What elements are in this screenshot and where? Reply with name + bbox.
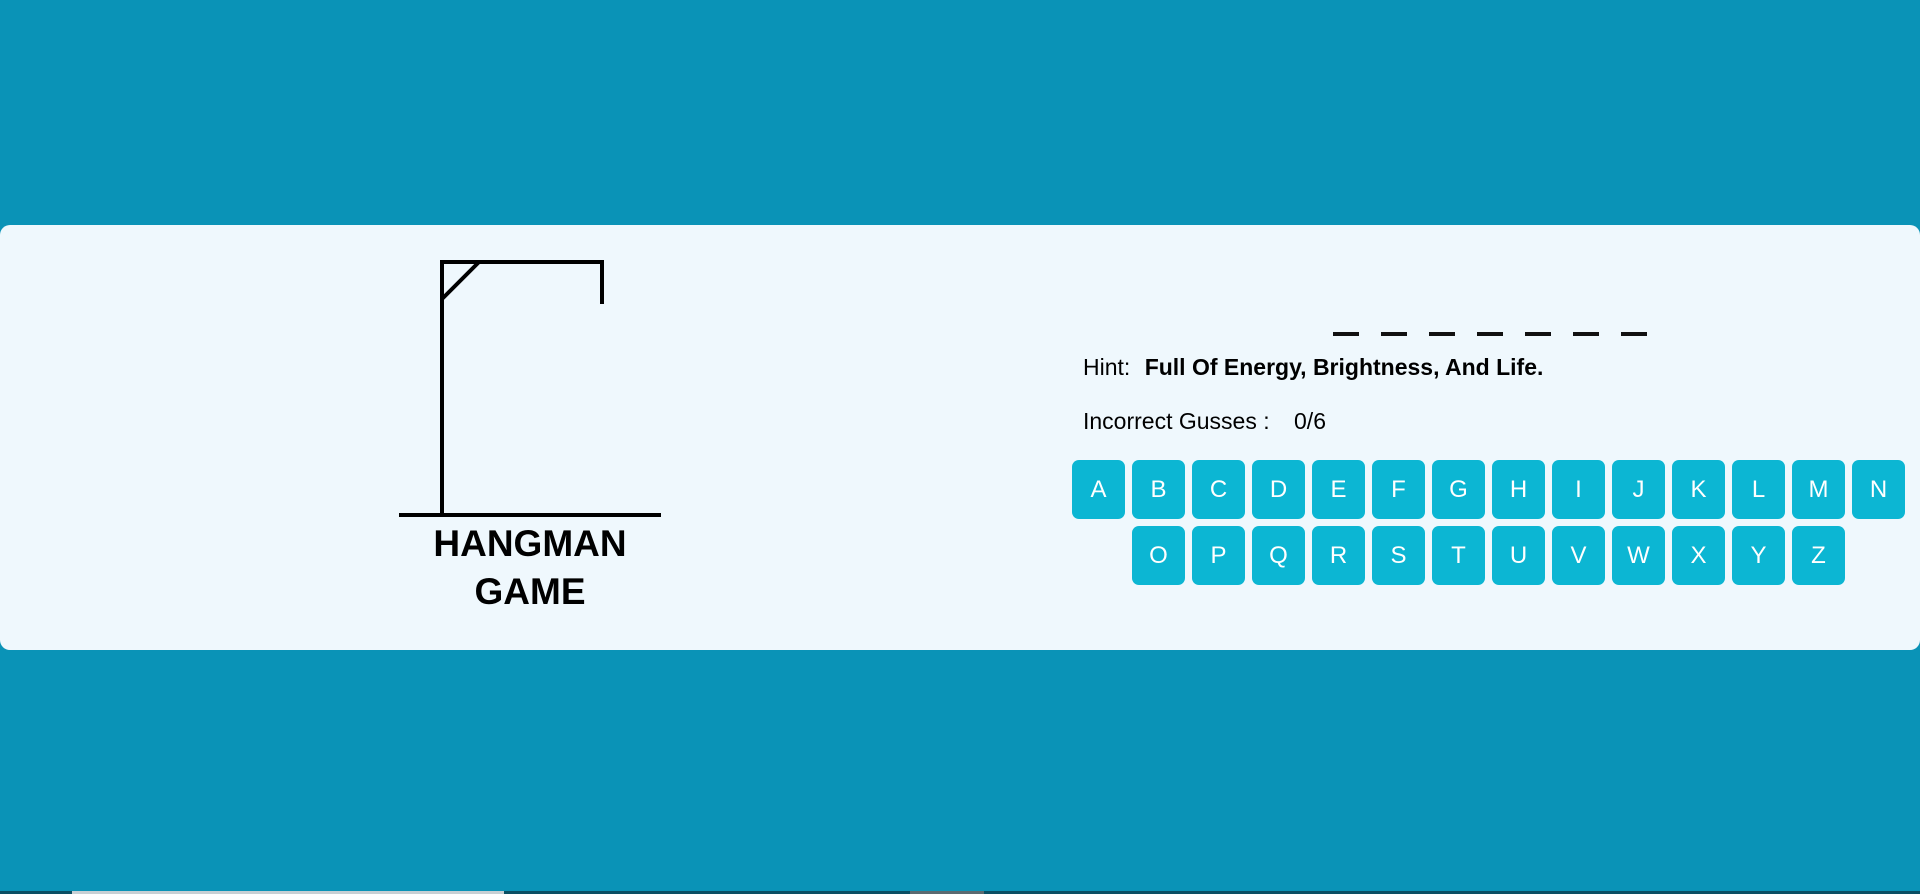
letter-blank (1525, 300, 1551, 336)
incorrect-guesses-label: Incorrect Gusses : (1083, 408, 1270, 434)
gallows-brace (440, 260, 481, 301)
key-c[interactable]: C (1192, 460, 1245, 519)
keyboard-row-2: O P Q R S T U V W X Y Z (1072, 526, 1910, 585)
key-y[interactable]: Y (1732, 526, 1785, 585)
key-q[interactable]: Q (1252, 526, 1305, 585)
hint-text: Full Of Energy, Brightness, And Life. (1144, 354, 1544, 380)
letter-keyboard: A B C D E F G H I J K L M N O P Q R S T … (1072, 460, 1910, 592)
letter-blank (1333, 300, 1359, 336)
letter-blank (1573, 300, 1599, 336)
key-j[interactable]: J (1612, 460, 1665, 519)
key-a[interactable]: A (1072, 460, 1125, 519)
key-o[interactable]: O (1132, 526, 1185, 585)
letter-blank (1477, 300, 1503, 336)
incorrect-guesses-count: 0/6 (1294, 408, 1326, 434)
key-b[interactable]: B (1132, 460, 1185, 519)
key-e[interactable]: E (1312, 460, 1365, 519)
key-u[interactable]: U (1492, 526, 1545, 585)
letter-blank (1429, 300, 1455, 336)
keyboard-row-1: A B C D E F G H I J K L M N (1072, 460, 1910, 519)
title-line-2: GAME (474, 571, 586, 612)
key-g[interactable]: G (1432, 460, 1485, 519)
incorrect-guesses-row: Incorrect Gusses : 0/6 (1083, 408, 1326, 435)
key-n[interactable]: N (1852, 460, 1905, 519)
key-k[interactable]: K (1672, 460, 1725, 519)
key-t[interactable]: T (1432, 526, 1485, 585)
hint-row: Hint: Full Of Energy, Brightness, And Li… (1083, 354, 1543, 381)
key-x[interactable]: X (1672, 526, 1725, 585)
letter-blank (1621, 300, 1647, 336)
key-w[interactable]: W (1612, 526, 1665, 585)
hint-label: Hint: (1083, 354, 1131, 380)
key-p[interactable]: P (1192, 526, 1245, 585)
key-l[interactable]: L (1732, 460, 1785, 519)
key-f[interactable]: F (1372, 460, 1425, 519)
key-r[interactable]: R (1312, 526, 1365, 585)
game-title: HANGMAN GAME (385, 520, 675, 616)
letter-blank (1381, 300, 1407, 336)
key-z[interactable]: Z (1792, 526, 1845, 585)
gallows-drawing (399, 260, 661, 517)
key-v[interactable]: V (1552, 526, 1605, 585)
key-s[interactable]: S (1372, 526, 1425, 585)
key-d[interactable]: D (1252, 460, 1305, 519)
key-m[interactable]: M (1792, 460, 1845, 519)
key-i[interactable]: I (1552, 460, 1605, 519)
word-display (1333, 300, 1647, 336)
title-line-1: HANGMAN (433, 523, 627, 564)
key-h[interactable]: H (1492, 460, 1545, 519)
